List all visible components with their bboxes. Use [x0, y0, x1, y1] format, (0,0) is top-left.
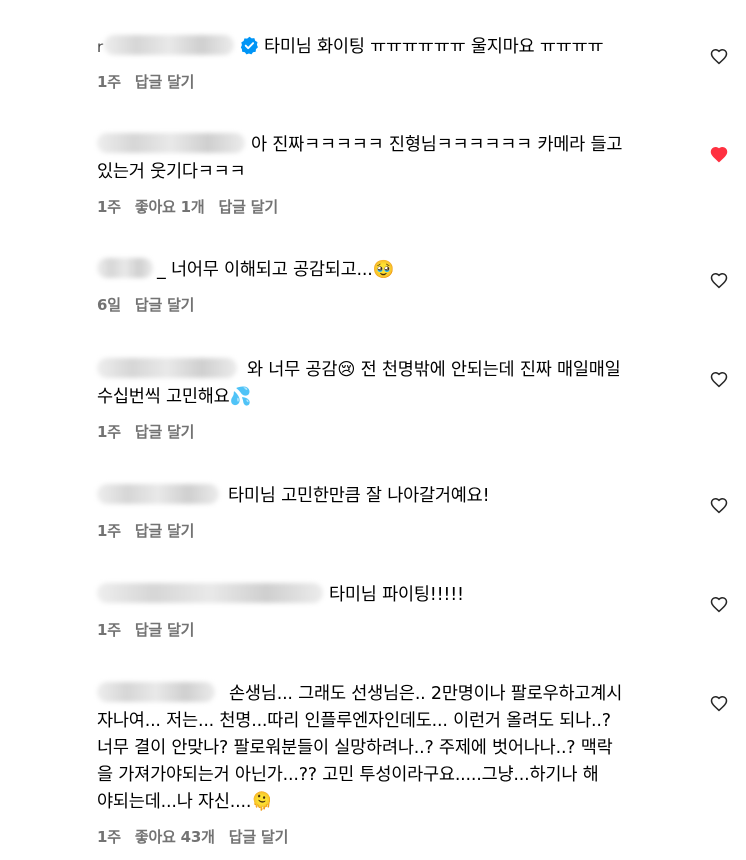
comment-text: 타미님 파이팅!!!!! [329, 585, 464, 605]
reply-button[interactable]: 답글 달기 [135, 621, 195, 639]
comment-text-line: 수십번씩 고민해요💦 [97, 387, 252, 407]
comment-item: 와 너무 공감😢 전 천명밖에 안되는데 진짜 매일매일 수십번씩 고민해요💦 … [97, 357, 687, 442]
comment-item: r 타미님 화이팅 ㅠㅠㅠㅠㅠㅠ 울지마요 ㅠㅠㅠㅠ 1주 답글 달기 [97, 34, 687, 92]
comment-meta: 1주 좋아요 1개 답글 달기 [97, 196, 687, 217]
username-blurred[interactable] [97, 133, 245, 153]
comment-meta: 1주 답글 달기 [97, 619, 687, 640]
heart-outline-icon[interactable] [710, 695, 728, 712]
username-blurred[interactable] [97, 258, 153, 278]
comment-text-line: 자나여... 저는... 천명...따리 인플루엔자인데도... 이런거 올려도… [97, 711, 611, 731]
comment-meta: 1주 좋아요 43개 답글 달기 [97, 826, 687, 847]
comment-body: 손생님... 그래도 선생님은.. 2만명이나 팔로우하고계시 자나여... 저… [97, 681, 687, 816]
comment-time[interactable]: 1주 [97, 522, 121, 540]
comment-meta: 1주 답글 달기 [97, 520, 687, 541]
comment-body: 아 진짜ㅋㅋㅋㅋㅋ 진형님ㅋㅋㅋㅋㅋㅋ 카메라 들고 있는거 웃기다ㅋㅋㅋ [97, 132, 687, 186]
comment-time[interactable]: 1주 [97, 198, 121, 216]
username-blurred[interactable] [97, 484, 219, 504]
username-blurred[interactable] [97, 583, 323, 603]
username-blurred[interactable] [97, 358, 237, 378]
heart-outline-icon[interactable] [710, 272, 728, 289]
comment-time[interactable]: 1주 [97, 621, 121, 639]
heart-outline-icon[interactable] [710, 48, 728, 65]
comment-item: 아 진짜ㅋㅋㅋㅋㅋ 진형님ㅋㅋㅋㅋㅋㅋ 카메라 들고 있는거 웃기다ㅋㅋㅋ 1주… [97, 132, 687, 217]
username-initial: r [97, 38, 103, 56]
reply-button[interactable]: 답글 달기 [135, 423, 195, 441]
likes-count[interactable]: 좋아요 43개 [135, 828, 215, 846]
likes-count[interactable]: 좋아요 1개 [135, 198, 205, 216]
comment-text: 타미님 고민한만큼 잘 나아갈거예요! [228, 486, 490, 506]
comment-body: _ 너어무 이해되고 공감되고...🥹 [97, 257, 687, 284]
comment-time[interactable]: 1주 [97, 73, 121, 91]
comment-body: 와 너무 공감😢 전 천명밖에 안되는데 진짜 매일매일 수십번씩 고민해요💦 [97, 357, 687, 411]
comment-body: r 타미님 화이팅 ㅠㅠㅠㅠㅠㅠ 울지마요 ㅠㅠㅠㅠ [97, 34, 687, 61]
comment-item: 타미님 고민한만큼 잘 나아갈거예요! 1주 답글 달기 [97, 483, 687, 541]
comment-meta: 6일 답글 달기 [97, 294, 687, 315]
comment-text-line: 와 너무 공감😢 전 천명밖에 안되는데 진짜 매일매일 [247, 360, 621, 380]
comment-body: 타미님 고민한만큼 잘 나아갈거예요! [97, 483, 687, 510]
comment-text-line: 손생님... 그래도 선생님은.. 2만명이나 팔로우하고계시 [229, 684, 623, 704]
comment-text-line: 있는거 웃기다ㅋㅋㅋ [97, 162, 246, 182]
comment-text-line: 아 진짜ㅋㅋㅋㅋㅋ 진형님ㅋㅋㅋㅋㅋㅋ 카메라 들고 [251, 135, 623, 155]
username-blurred[interactable] [103, 35, 234, 55]
comment-text: 너어무 이해되고 공감되고...🥹 [170, 260, 395, 280]
reply-button[interactable]: 답글 달기 [135, 296, 195, 314]
heart-outline-icon[interactable] [710, 371, 728, 388]
comment-text-line: 너무 결이 안맞나? 팔로워분들이 실망하려나..? 주제에 벗어나나..? 맥… [97, 738, 613, 758]
comment-time[interactable]: 1주 [97, 828, 121, 846]
reply-button[interactable]: 답글 달기 [219, 198, 279, 216]
username-blurred[interactable] [97, 682, 215, 702]
comment-time[interactable]: 1주 [97, 423, 121, 441]
comment-item: 타미님 파이팅!!!!! 1주 답글 달기 [97, 582, 687, 640]
heart-outline-icon[interactable] [710, 497, 728, 514]
comment-text-line: 을 가져가야되는거 아닌가...?? 고민 투성이라구요.....그냥...하기… [97, 765, 599, 785]
verified-badge-icon [240, 36, 258, 55]
comment-body: 타미님 파이팅!!!!! [97, 582, 687, 609]
reply-button[interactable]: 답글 달기 [135, 73, 195, 91]
comment-item: 손생님... 그래도 선생님은.. 2만명이나 팔로우하고계시 자나여... 저… [97, 681, 687, 847]
comment-time[interactable]: 6일 [97, 296, 121, 314]
reply-button[interactable]: 답글 달기 [229, 828, 289, 846]
comment-item: _ 너어무 이해되고 공감되고...🥹 6일 답글 달기 [97, 257, 687, 315]
heart-outline-icon[interactable] [710, 596, 728, 613]
comment-meta: 1주 답글 달기 [97, 71, 687, 92]
heart-filled-icon[interactable] [710, 146, 728, 163]
username-underscore: _ [157, 260, 166, 280]
comment-meta: 1주 답글 달기 [97, 421, 687, 442]
reply-button[interactable]: 답글 달기 [135, 522, 195, 540]
comment-text-line: 야되는데...나 자신....🫠 [97, 792, 273, 812]
comment-text: 타미님 화이팅 ㅠㅠㅠㅠㅠㅠ 울지마요 ㅠㅠㅠㅠ [263, 37, 604, 57]
